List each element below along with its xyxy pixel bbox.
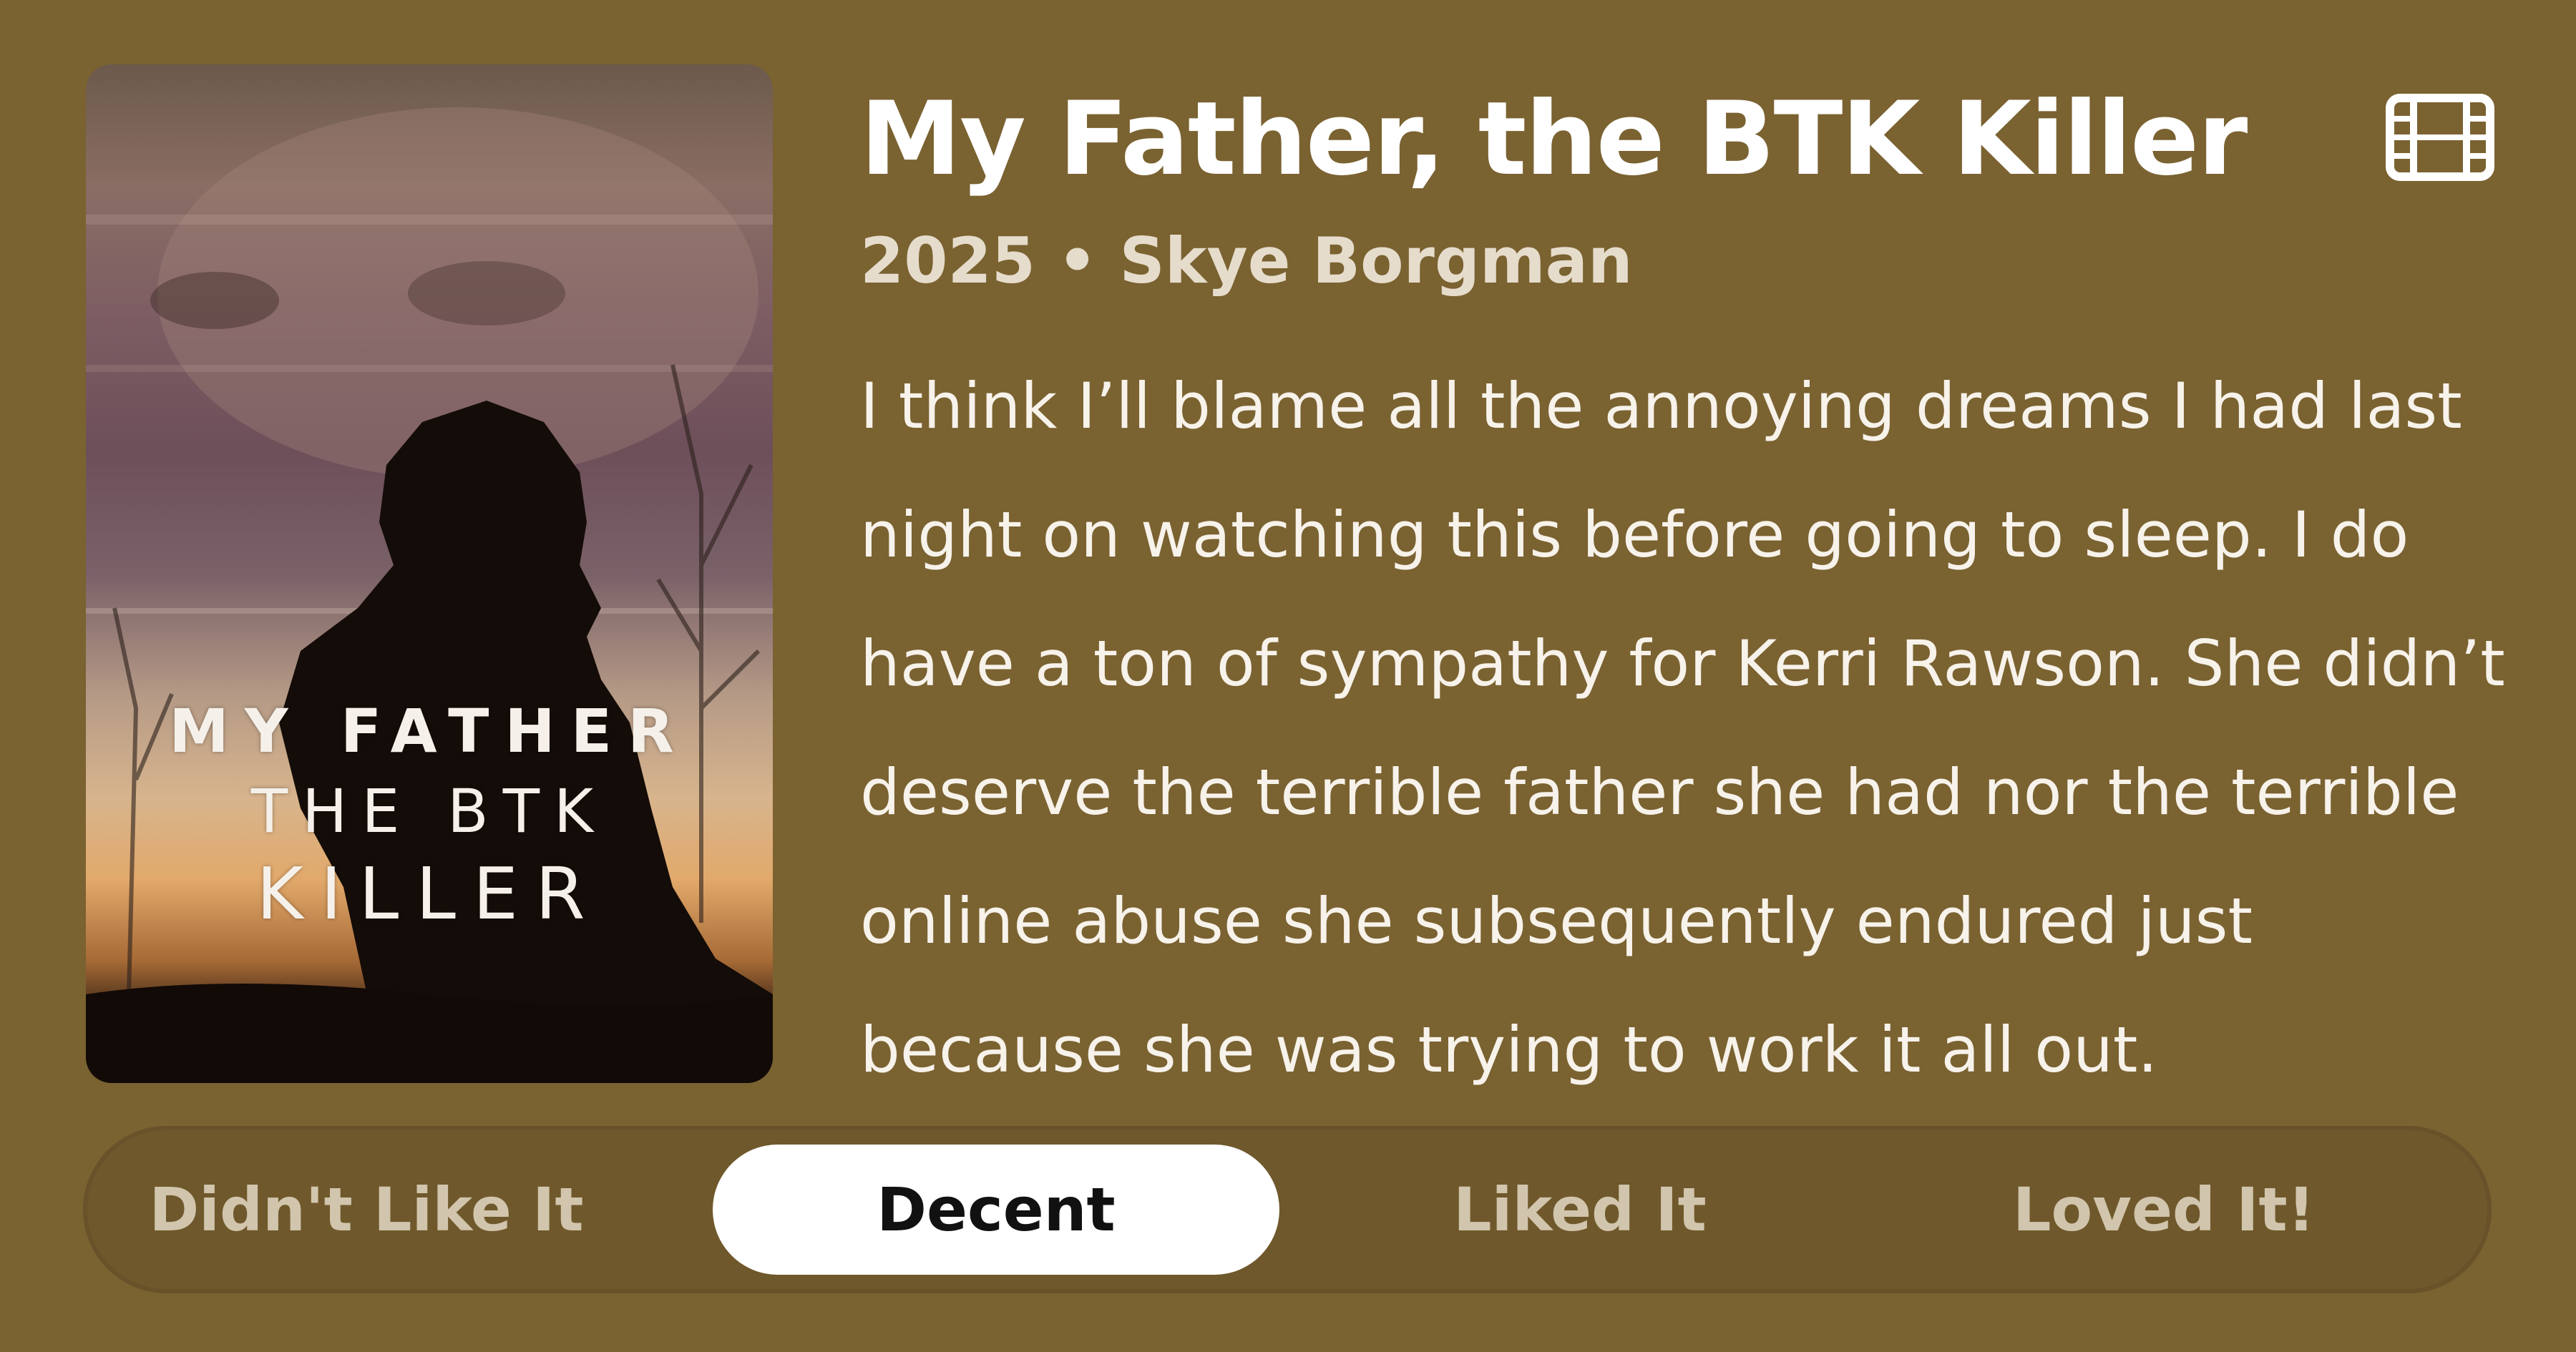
- movie-year-director: 2025 • Skye Borgman: [860, 224, 1633, 298]
- movie-title: My Father, the BTK Killer: [860, 80, 2248, 198]
- review-card: MY FATHER THE BTK KILLER My Father, the …: [0, 0, 2576, 1352]
- rating-option-loved-it[interactable]: Loved It!: [1880, 1145, 2447, 1275]
- rating-selector: Didn't Like It Decent Liked It Loved It!: [83, 1126, 2492, 1293]
- rating-option-didnt-like-it[interactable]: Didn't Like It: [83, 1145, 650, 1275]
- review-text: I think I’ll blame all the annoying drea…: [860, 369, 2505, 1087]
- film-icon: [2386, 94, 2494, 181]
- rating-option-decent[interactable]: Decent: [713, 1145, 1279, 1275]
- poster-title-line-3: KILLER: [256, 852, 602, 936]
- poster-title-line-1: MY FATHER: [169, 696, 690, 766]
- movie-poster: MY FATHER THE BTK KILLER: [86, 64, 773, 1083]
- rating-option-liked-it[interactable]: Liked It: [1297, 1145, 1863, 1275]
- poster-title-line-2: THE BTK: [250, 776, 608, 846]
